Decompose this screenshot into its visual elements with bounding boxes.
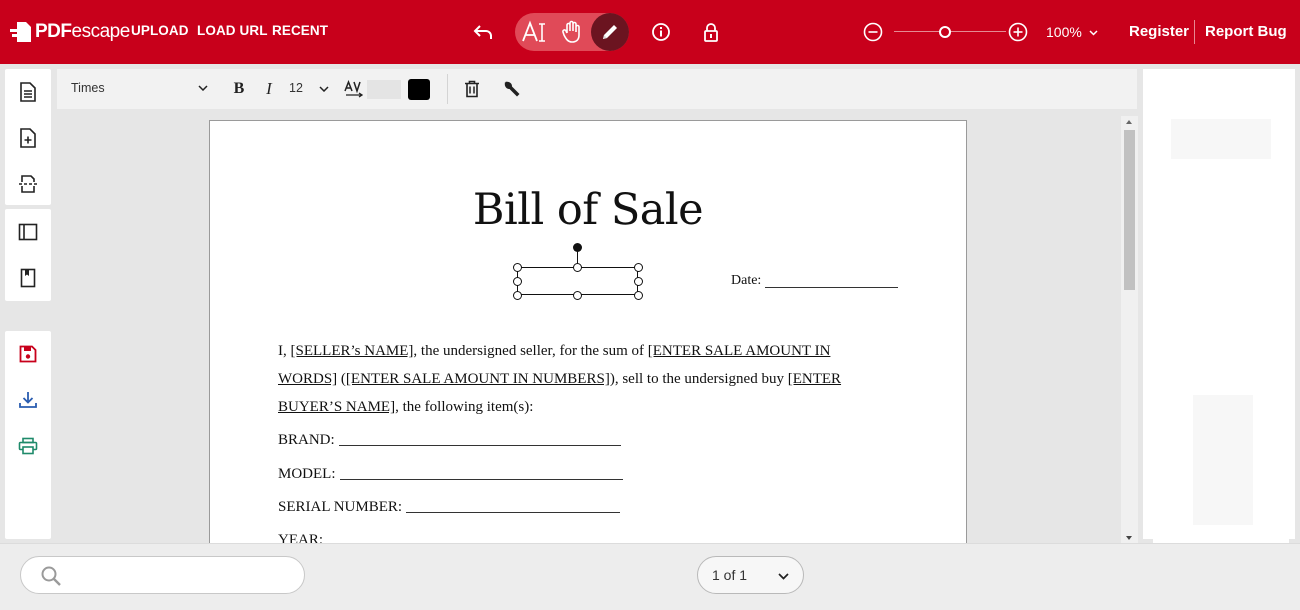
sale-paragraph: I, [SELLER’s NAME], the undersigned sell…	[278, 343, 842, 415]
trash-icon[interactable]	[462, 79, 482, 99]
zoom-slider-handle[interactable]	[939, 26, 951, 38]
page-indicator: 1 of 1	[712, 567, 748, 583]
italic-button[interactable]: I	[261, 79, 277, 99]
sidebar-toggle-button[interactable]	[5, 209, 51, 255]
field-label: SERIAL NUMBER:	[278, 499, 403, 515]
view-tools-group	[5, 209, 51, 301]
resize-handle-e[interactable]	[634, 277, 643, 286]
top-bar: PDFescape UPLOAD LOAD URL RECENT 100% Re…	[0, 0, 1300, 64]
page-tools-group	[5, 69, 51, 205]
vertical-scrollbar[interactable]	[1121, 116, 1138, 544]
scroll-up-arrow[interactable]	[1126, 120, 1132, 124]
register-link[interactable]: Register	[1129, 23, 1189, 40]
text-color-swatch[interactable]	[408, 79, 430, 100]
panel-icon	[18, 223, 38, 241]
font-family-select[interactable]: Times	[71, 81, 211, 95]
seller-name-placeholder: [SELLER’s NAME]	[290, 343, 414, 359]
resize-handle-n[interactable]	[573, 263, 582, 272]
resize-handle-w[interactable]	[513, 277, 522, 286]
zoom-level-value: 100%	[1046, 24, 1082, 40]
left-sidebar	[5, 69, 51, 539]
bookmark-icon	[20, 268, 36, 288]
field-label: BRAND:	[278, 432, 335, 448]
font-size-value[interactable]: 12	[289, 81, 303, 95]
pdfescape-logo[interactable]: PDFescape	[9, 18, 130, 46]
document-button[interactable]	[5, 69, 51, 115]
page-add-icon	[20, 128, 36, 148]
resize-handle-ne[interactable]	[634, 263, 643, 272]
field-blank-line[interactable]	[338, 445, 621, 446]
logo-text: PDFescape	[35, 21, 130, 42]
save-icon	[19, 345, 37, 363]
undo-icon[interactable]	[471, 21, 495, 43]
print-button[interactable]	[5, 423, 51, 469]
scrollbar-thumb[interactable]	[1124, 130, 1135, 290]
background-color-swatch[interactable]	[367, 80, 401, 99]
date-blank-line[interactable]	[765, 287, 898, 288]
header-divider	[1194, 20, 1195, 44]
wrench-icon[interactable]	[501, 79, 523, 99]
load-url-link[interactable]: LOAD URL	[197, 23, 268, 38]
field-blank-line[interactable]	[406, 512, 621, 513]
hand-tool-icon[interactable]	[557, 17, 587, 47]
print-icon	[18, 437, 38, 455]
model-field: MODEL:	[278, 466, 623, 483]
thumbnail-panel	[1143, 69, 1295, 539]
insert-page-button[interactable]	[5, 115, 51, 161]
page-selector[interactable]: 1 of 1	[697, 556, 804, 594]
report-bug-link[interactable]: Report Bug	[1205, 23, 1287, 40]
document-icon	[20, 82, 36, 102]
character-spacing-icon[interactable]	[343, 79, 365, 99]
resize-handle-se[interactable]	[634, 291, 643, 300]
lock-icon[interactable]	[699, 19, 723, 45]
font-family-value: Times	[71, 81, 105, 95]
document-viewport[interactable]: Bill of Sale Date: I, [SELLER’s NAME], t…	[57, 113, 1137, 543]
bold-button[interactable]: B	[231, 79, 247, 99]
zoom-out-icon[interactable]	[861, 20, 885, 44]
field-label: MODEL:	[278, 466, 336, 482]
resize-handle-s[interactable]	[573, 291, 582, 300]
pdf-page[interactable]: Bill of Sale Date: I, [SELLER’s NAME], t…	[209, 120, 967, 543]
search-icon	[41, 566, 61, 586]
search-input[interactable]	[65, 566, 295, 586]
save-button[interactable]	[5, 331, 51, 377]
resize-handle-nw[interactable]	[513, 263, 522, 272]
page-split-icon	[19, 175, 37, 193]
text-tool-icon[interactable]	[519, 17, 549, 47]
search-field[interactable]	[20, 556, 305, 594]
split-page-button[interactable]	[5, 161, 51, 207]
chevron-down-icon	[1089, 30, 1098, 36]
zoom-in-icon[interactable]	[1006, 20, 1030, 44]
zoom-level-dropdown[interactable]: 100%	[1046, 24, 1098, 40]
download-button[interactable]	[5, 377, 51, 423]
field-blank-line[interactable]	[339, 479, 623, 480]
sale-amount-numbers-placeholder: [ENTER SALE AMOUNT IN NUMBERS]	[345, 371, 610, 387]
bookmark-button[interactable]	[5, 255, 51, 301]
page-thumbnail[interactable]	[1163, 105, 1275, 525]
resize-handle-sw[interactable]	[513, 291, 522, 300]
pencil-icon[interactable]	[596, 18, 624, 46]
toolbar-divider	[447, 74, 448, 104]
download-icon	[19, 392, 37, 408]
scroll-down-arrow[interactable]	[1126, 536, 1132, 540]
document-title: Bill of Sale	[472, 185, 704, 235]
logo-mark-icon	[9, 21, 33, 43]
selection-rotate-handle[interactable]	[573, 243, 582, 252]
bottom-bar: 1 of 1	[0, 543, 1300, 610]
chevron-down-icon	[198, 85, 208, 91]
serial-number-field: SERIAL NUMBER:	[278, 499, 621, 516]
field-label: YEAR:	[278, 532, 323, 543]
format-toolbar: Times B I 12	[57, 69, 1137, 109]
chevron-down-icon	[778, 573, 789, 580]
info-icon[interactable]	[649, 20, 673, 44]
date-label: Date:	[731, 273, 762, 288]
year-field: YEAR:	[278, 532, 323, 543]
brand-field: BRAND:	[278, 432, 621, 449]
upload-link[interactable]: UPLOAD	[131, 23, 189, 38]
chevron-down-icon[interactable]	[319, 86, 329, 92]
file-tools-group	[5, 331, 51, 539]
recent-link[interactable]: RECENT	[272, 23, 328, 38]
